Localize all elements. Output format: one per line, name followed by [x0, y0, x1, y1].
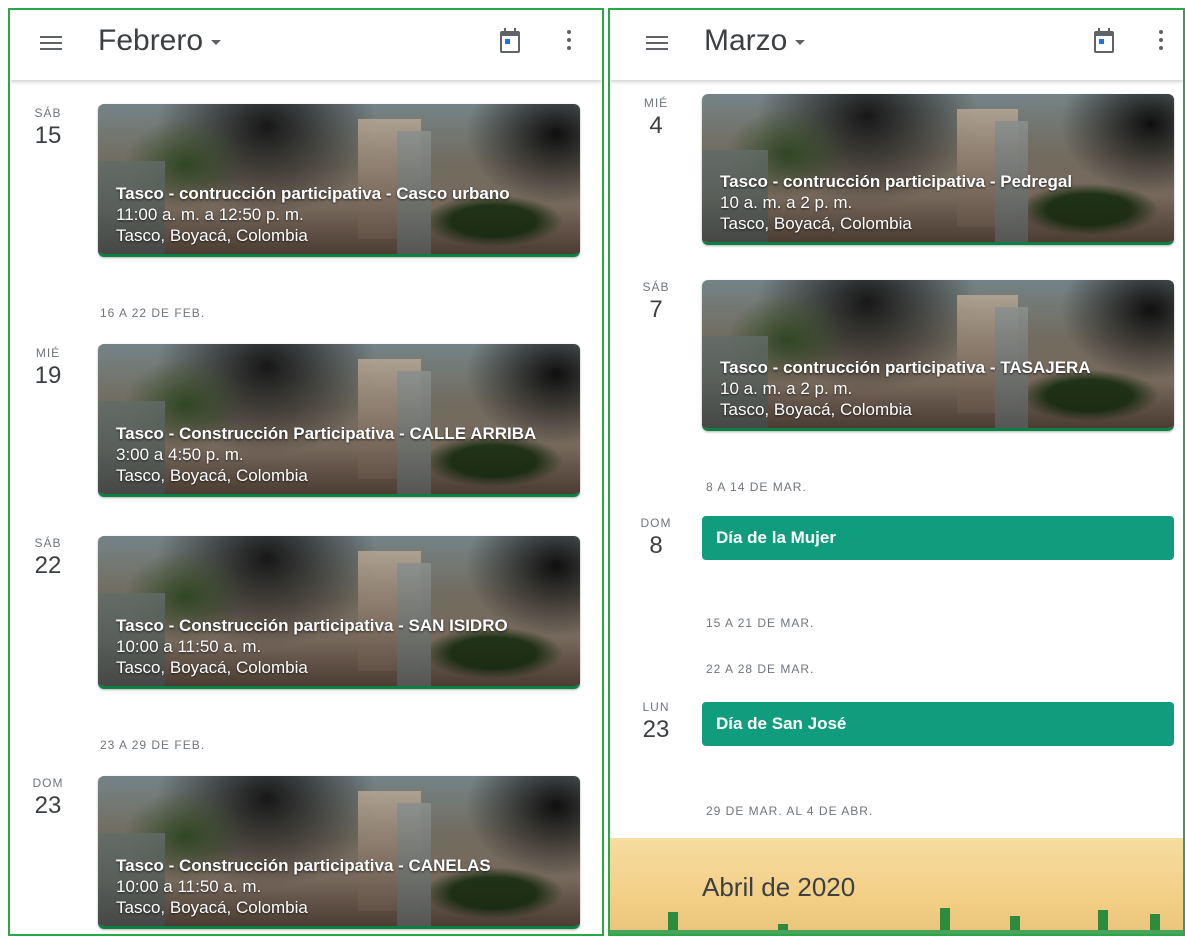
- event-time: 10:00 a 11:50 a. m.: [116, 877, 262, 896]
- day-label: MIÉ 19: [24, 346, 72, 390]
- calendar-today-icon[interactable]: [1094, 28, 1114, 53]
- day-name: MIÉ: [35, 346, 61, 360]
- day-label: SÁB 7: [632, 280, 680, 324]
- month-selector[interactable]: Marzo: [704, 24, 806, 58]
- month-title: Marzo: [704, 24, 788, 57]
- app-bar: Marzo: [610, 10, 1183, 80]
- event-card[interactable]: Tasco - Construcción Participativa - CAL…: [98, 344, 580, 497]
- week-label: 23 A 29 DE FEB.: [100, 738, 206, 752]
- day-number: 23: [642, 716, 670, 743]
- february-schedule-panel: Febrero SÁB 15 Tasco - contrucción parti…: [8, 8, 604, 936]
- day-name: SÁB: [34, 536, 62, 550]
- event-card[interactable]: Tasco - Construcción participativa - SAN…: [98, 536, 580, 689]
- dropdown-arrow-icon: [795, 39, 806, 45]
- menu-icon[interactable]: [646, 34, 668, 52]
- holiday-event[interactable]: Día de San José: [702, 702, 1174, 746]
- day-label: SÁB 15: [24, 106, 72, 150]
- day-number: 22: [34, 552, 62, 579]
- event-location: Tasco, Boyacá, Colombia: [116, 658, 308, 677]
- event-title: Tasco - Construcción participativa - SAN…: [116, 616, 508, 635]
- day-number: 23: [34, 792, 62, 819]
- day-label: MIÉ 4: [632, 96, 680, 140]
- month-banner-title: Abril de 2020: [702, 872, 856, 902]
- event-card[interactable]: Tasco - contrucción participativa - Casc…: [98, 104, 580, 257]
- month-title: Febrero: [98, 24, 204, 57]
- event-title: Tasco - contrucción participativa - Casc…: [116, 184, 510, 203]
- event-location: Tasco, Boyacá, Colombia: [720, 400, 912, 419]
- week-label: 22 A 28 DE MAR.: [706, 662, 815, 676]
- day-name: DOM: [32, 776, 64, 790]
- day-name: MIÉ: [643, 96, 669, 110]
- event-time: 10:00 a 11:50 a. m.: [116, 637, 262, 656]
- day-number: 15: [34, 122, 62, 149]
- event-card[interactable]: Tasco - contrucción participativa - Pedr…: [702, 94, 1174, 245]
- calendar-today-icon[interactable]: [500, 28, 520, 53]
- day-name: LUN: [642, 700, 670, 714]
- month-banner: Abril de 2020: [610, 838, 1183, 934]
- event-location: Tasco, Boyacá, Colombia: [116, 226, 308, 245]
- day-number: 4: [649, 112, 663, 139]
- week-label: 15 A 21 DE MAR.: [706, 616, 815, 630]
- event-time: 3:00 a 4:50 p. m.: [116, 445, 244, 464]
- event-time: 10 a. m. a 2 p. m.: [720, 193, 853, 212]
- day-number: 8: [649, 532, 663, 559]
- more-vert-icon[interactable]: [566, 30, 572, 54]
- event-title: Tasco - Construcción Participativa - CAL…: [116, 424, 537, 443]
- event-title: Tasco - Construcción participativa - CAN…: [116, 856, 491, 875]
- week-label: 8 A 14 DE MAR.: [706, 480, 807, 494]
- week-label: 29 DE MAR. AL 4 DE ABR.: [706, 804, 874, 818]
- event-title: Tasco - contrucción participativa - TASA…: [720, 358, 1091, 377]
- event-card[interactable]: Tasco - contrucción participativa - TASA…: [702, 280, 1174, 431]
- day-number: 7: [649, 296, 663, 323]
- event-location: Tasco, Boyacá, Colombia: [116, 898, 308, 917]
- event-time: 11:00 a. m. a 12:50 p. m.: [116, 205, 304, 224]
- day-name: DOM: [640, 516, 672, 530]
- march-schedule-panel: Marzo MIÉ 4 Tasco - contrucción particip…: [608, 8, 1185, 936]
- menu-icon[interactable]: [40, 34, 62, 52]
- day-label: SÁB 22: [24, 536, 72, 580]
- event-location: Tasco, Boyacá, Colombia: [116, 466, 308, 485]
- day-name: SÁB: [642, 280, 670, 294]
- event-card[interactable]: Tasco - Construcción participativa - CAN…: [98, 776, 580, 929]
- month-selector[interactable]: Febrero: [98, 24, 222, 58]
- day-label: LUN 23: [632, 700, 680, 744]
- week-label: 16 A 22 DE FEB.: [100, 306, 206, 320]
- event-location: Tasco, Boyacá, Colombia: [720, 214, 912, 233]
- holiday-event[interactable]: Día de la Mujer: [702, 516, 1174, 560]
- app-bar: Febrero: [10, 10, 602, 80]
- event-time: 10 a. m. a 2 p. m.: [720, 379, 853, 398]
- day-name: SÁB: [34, 106, 62, 120]
- event-title: Tasco - contrucción participativa - Pedr…: [720, 172, 1073, 191]
- more-vert-icon[interactable]: [1158, 30, 1164, 54]
- day-number: 19: [34, 362, 62, 389]
- day-label: DOM 8: [632, 516, 680, 560]
- dropdown-arrow-icon: [211, 39, 222, 45]
- day-label: DOM 23: [24, 776, 72, 820]
